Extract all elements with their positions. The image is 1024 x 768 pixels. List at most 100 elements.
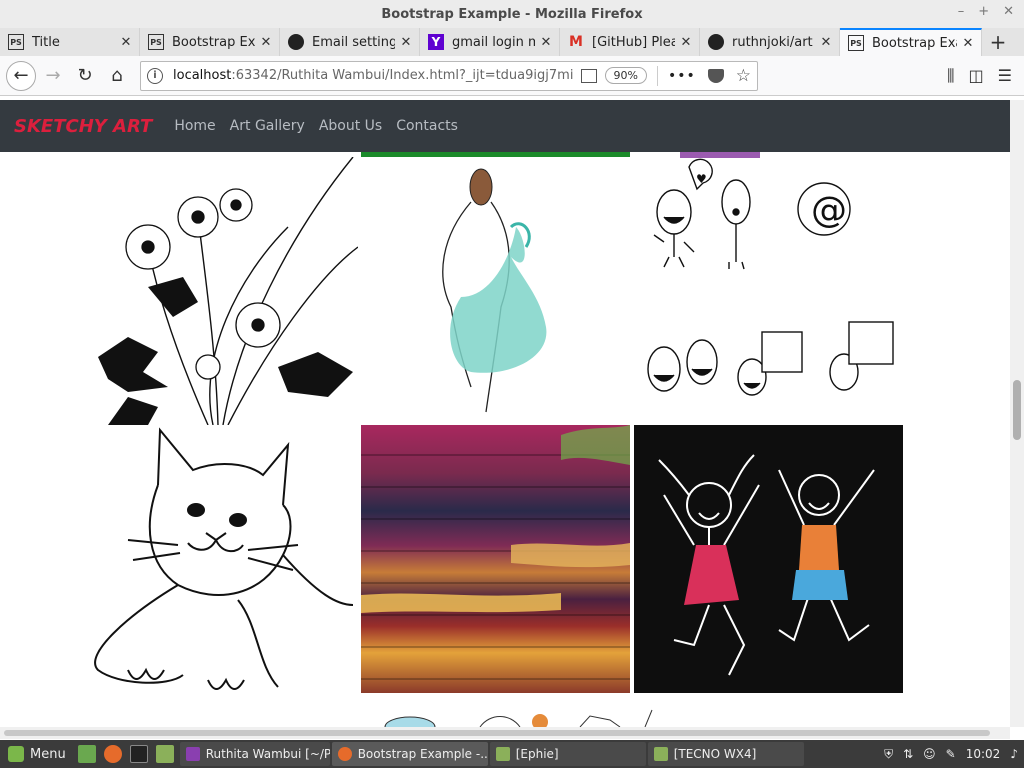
tab-label: Email settings [312,34,395,50]
chalk-kids-image[interactable] [634,425,903,693]
tab-strip: PS Title ✕ PS Bootstrap Exa ✕ Email sett… [0,28,1024,56]
tab-close-icon[interactable]: ✕ [539,35,553,50]
menu-label: Menu [30,746,66,762]
tab-close-icon[interactable]: ✕ [119,35,133,50]
maximize-icon[interactable]: + [978,4,989,19]
gmail-icon: M [569,34,583,50]
ps-icon: PS [848,35,864,51]
firefox-window: Bootstrap Example - Mozilla Firefox – + … [0,0,1024,768]
divider [656,65,658,86]
more-actions-icon[interactable]: ••• [668,68,696,84]
hamburger-menu-icon[interactable]: ☰ [998,66,1012,86]
pocket-icon[interactable] [707,68,724,83]
bookmark-star-icon[interactable]: ☆ [736,66,751,86]
tab-email-settings[interactable]: Email settings ✕ [280,28,420,56]
tab-close-icon[interactable]: ✕ [961,36,975,51]
nav-toolbar: ← → ↻ ⌂ i localhost:63342/Ruthita Wambui… [0,56,1024,96]
woman-sketch-image[interactable] [361,157,630,425]
tab-close-icon[interactable]: ✕ [819,35,833,50]
start-menu-button[interactable]: Menu [0,746,74,762]
tab-title[interactable]: PS Title ✕ [0,28,140,56]
reader-view-icon[interactable] [580,68,597,83]
page-content: SKETCHY ART Home Art Gallery About Us Co… [0,100,1010,727]
task-label: Ruthita Wambui [~/P... [205,747,330,761]
tab-ruthnjoki-art[interactable]: ruthnjoki/art ✕ [700,28,840,56]
sidebar-icon[interactable]: ◫ [969,66,984,86]
firefox-icon[interactable] [103,745,122,763]
library-icon[interactable]: ⫼ [947,66,954,86]
minimize-icon[interactable]: – [958,4,965,19]
url-bar[interactable]: i localhost:63342/Ruthita Wambui/Index.h… [140,60,758,91]
nav-link-contacts[interactable]: Contacts [396,118,458,134]
folder-icon [495,747,510,761]
tab-close-icon[interactable]: ✕ [399,35,413,50]
terminal-icon[interactable] [129,745,148,763]
url-path: :63342/Ruthita Wambui/Index.html?_ijt=td… [231,68,573,83]
cat-sketch-image[interactable] [88,425,358,693]
nav-link-home[interactable]: Home [174,118,215,134]
task-firefox[interactable]: Bootstrap Example -... [331,742,488,766]
task-tecno-folder[interactable]: [TECNO WX4] [647,742,804,766]
show-desktop-icon[interactable] [77,745,96,763]
back-icon[interactable]: ← [6,60,36,91]
horizontal-scrollbar[interactable] [0,727,1010,739]
files-icon[interactable] [155,745,174,763]
folder-icon [653,747,668,761]
mint-logo-icon [8,746,24,762]
tab-label: Bootstrap Exa [172,34,255,50]
ps-icon: PS [148,34,164,50]
github-icon [288,34,304,50]
tab-gmail-login[interactable]: Y gmail login ma ✕ [420,28,560,56]
shield-icon[interactable]: ⛨ [884,747,893,762]
window-title: Bootstrap Example - Mozilla Firefox [381,6,643,22]
tab-label: gmail login ma [452,34,535,50]
vertical-scrollbar[interactable] [1010,100,1024,727]
task-pycharm[interactable]: Ruthita Wambui [~/P... [179,742,330,766]
network-icon[interactable]: ⇅ [903,747,913,761]
painted-brick-wall-image[interactable] [361,425,630,693]
new-tab-icon[interactable]: + [982,28,1014,56]
pen-icon[interactable]: ✎ [946,747,956,761]
scrollbar-thumb[interactable] [4,730,990,736]
next-gallery-image-peek[interactable] [380,708,660,727]
volume-icon[interactable]: ♪ [1010,747,1018,761]
svg-text:@: @ [811,190,847,231]
task-ephie-folder[interactable]: [Ephie] [489,742,646,766]
tab-close-icon[interactable]: ✕ [259,35,273,50]
close-icon[interactable]: ✕ [1003,4,1014,19]
tab-bootstrap-1[interactable]: PS Bootstrap Exa ✕ [140,28,280,56]
tab-close-icon[interactable]: ✕ [679,35,693,50]
clock[interactable]: 10:02 [966,747,1001,761]
firefox-icon [337,747,352,761]
yahoo-icon: Y [428,34,444,50]
task-label: Bootstrap Example -... [357,747,488,761]
system-tray: ⛨ ⇅ ☺ ✎ 10:02 ♪ [884,747,1024,762]
site-brand[interactable]: SKETCHY ART [14,116,152,137]
svg-text:♥: ♥ [696,172,707,186]
tab-label: [GitHub] Pleas [592,34,675,50]
tab-github-please[interactable]: M [GitHub] Pleas ✕ [560,28,700,56]
nav-link-about-us[interactable]: About Us [319,118,382,134]
title-bar: Bootstrap Example - Mozilla Firefox – + … [0,0,1024,28]
os-taskbar: Menu Ruthita Wambui [~/P... Bootstrap Ex… [0,740,1024,768]
info-icon[interactable]: i [147,67,163,84]
user-icon[interactable]: ☺ [923,747,936,761]
flower-sketch-image[interactable] [88,157,358,425]
pycharm-icon [185,747,200,761]
forward-icon[interactable]: → [38,61,68,91]
reload-icon[interactable]: ↻ [70,61,100,91]
tab-label: ruthnjoki/art [732,34,813,50]
nav-link-art-gallery[interactable]: Art Gallery [230,118,305,134]
tab-label: Title [32,34,60,50]
home-icon[interactable]: ⌂ [102,61,132,91]
tab-label: Bootstrap Exar [872,35,957,51]
cartoon-people-image[interactable]: ♥ @ [634,157,903,425]
scrollbar-thumb[interactable] [1013,380,1021,440]
tab-bootstrap-active[interactable]: PS Bootstrap Exar ✕ [840,28,982,56]
task-label: [TECNO WX4] [673,747,757,761]
toolbar-right: ⫼ ◫ ☰ [947,66,1018,86]
url-text[interactable]: localhost:63342/Ruthita Wambui/Index.htm… [173,68,573,83]
url-host: localhost [173,68,232,83]
zoom-level[interactable]: 90% [604,67,647,84]
github-icon [708,34,724,50]
